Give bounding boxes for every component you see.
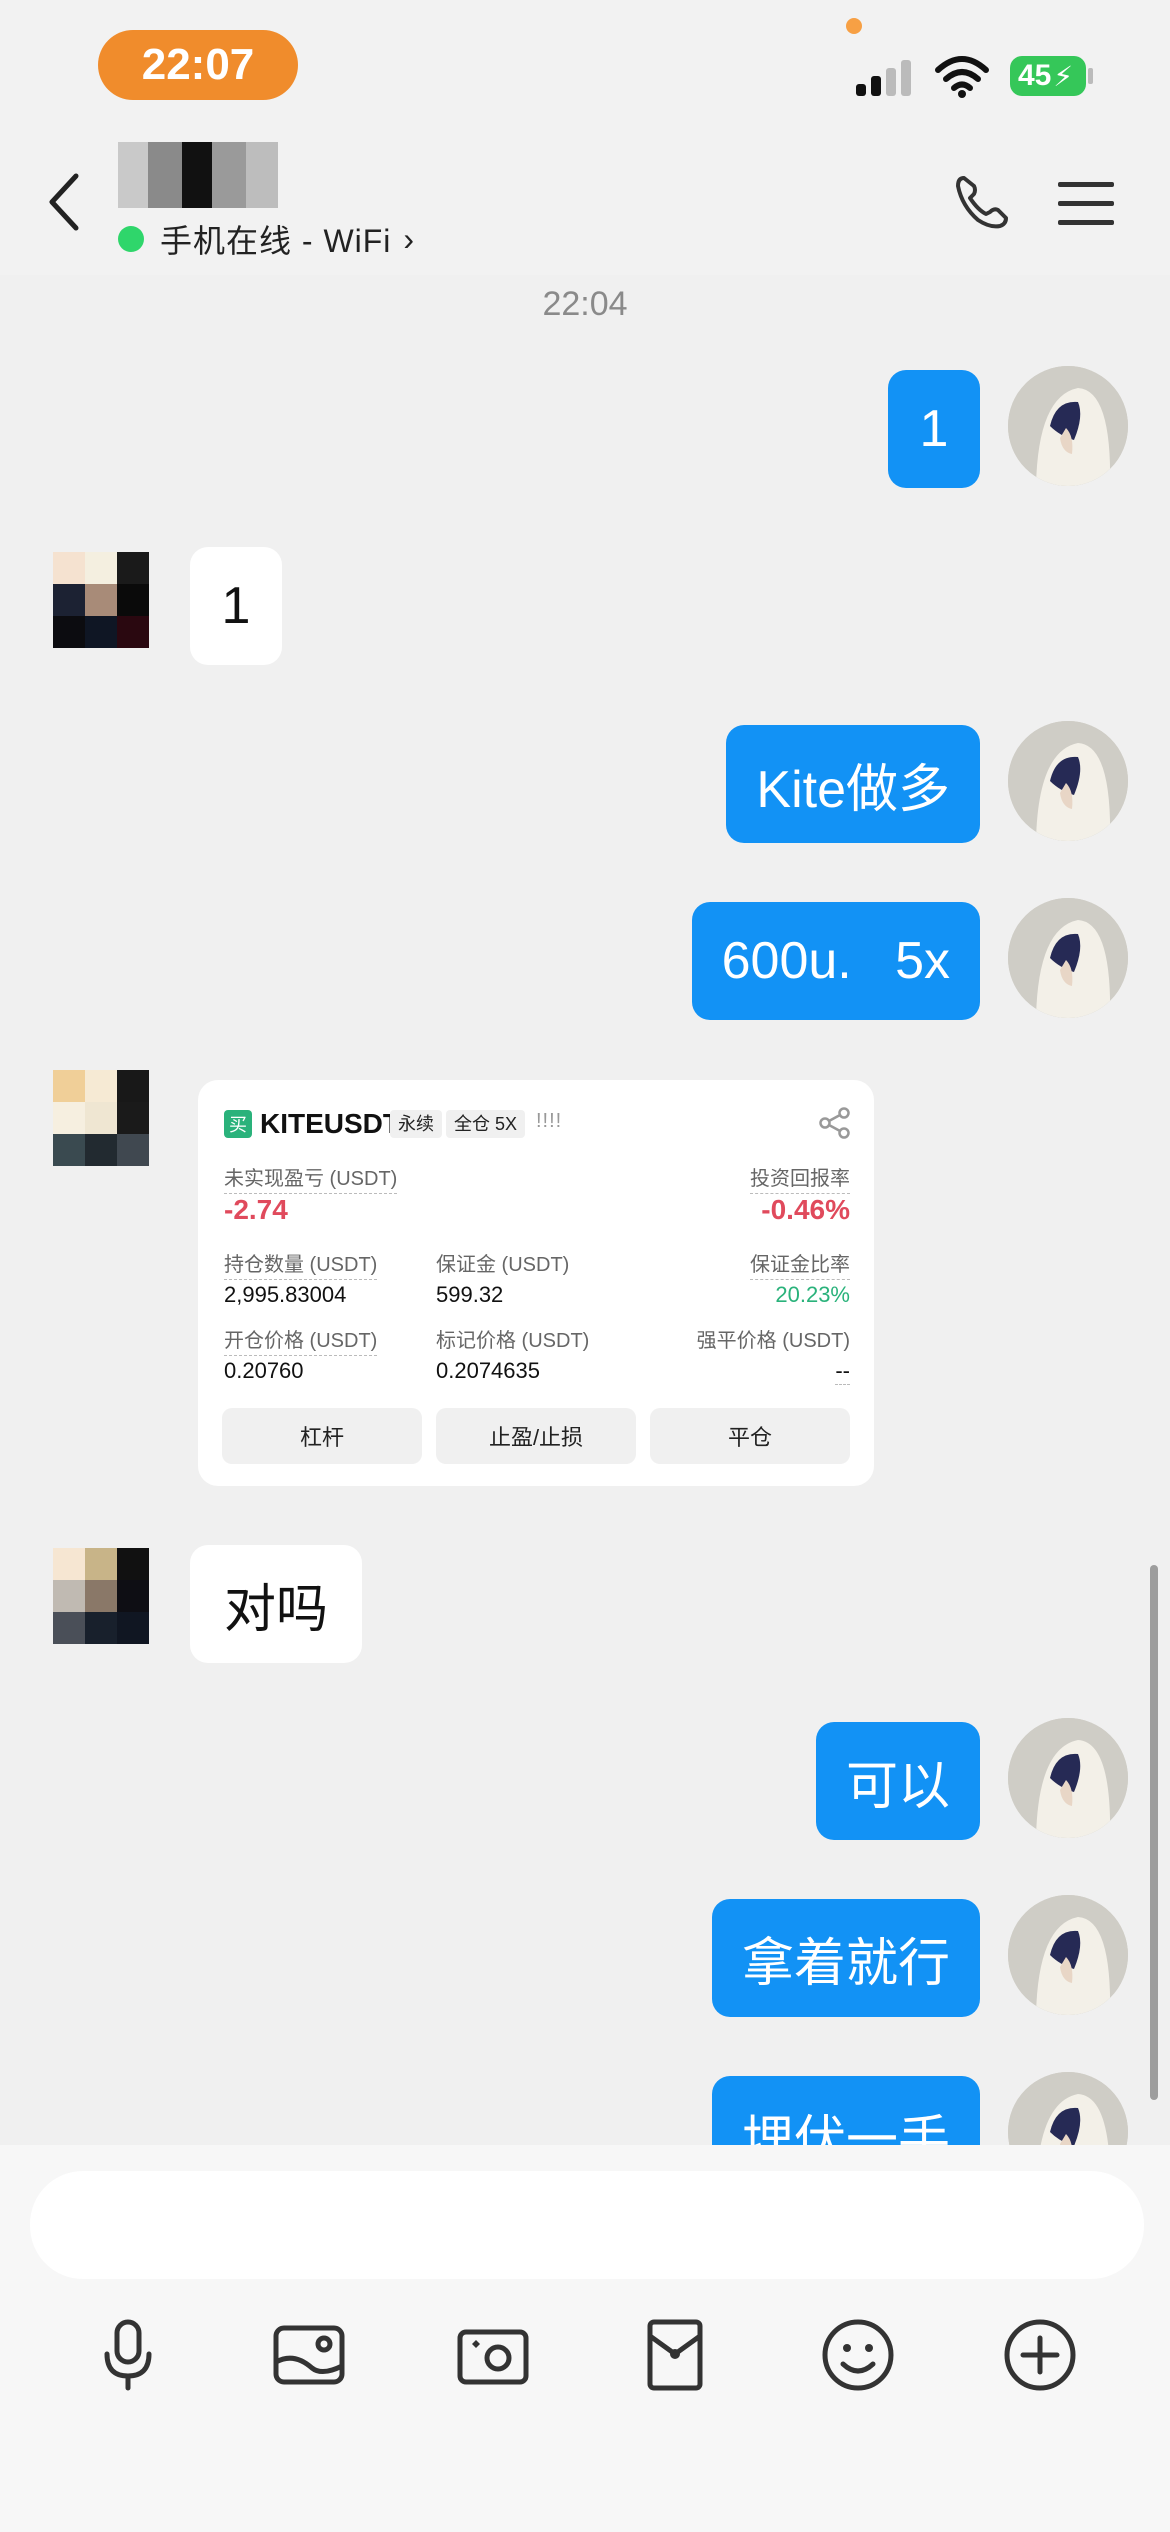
unrealized-pnl-label: 未实现盈亏 (USDT) <box>224 1162 398 1194</box>
my-avatar[interactable] <box>1008 2072 1128 2145</box>
image-icon[interactable] <box>264 2310 354 2400</box>
margin-label: 保证金 (USDT) <box>436 1254 570 1276</box>
their-message-bubble[interactable]: 1 <box>190 547 282 665</box>
plus-icon[interactable] <box>995 2310 1085 2400</box>
message-input[interactable] <box>30 2171 1144 2279</box>
my-message-bubble[interactable]: 600u. 5x <box>691 902 980 1020</box>
trade-position-card[interactable]: 买 KITEUSDT 永续 全仓 5X !!!! 未实现盈亏 (USDT) -2… <box>198 1080 874 1486</box>
their-message-bubble[interactable]: 对吗 <box>190 1545 363 1663</box>
margin-mode-tag: 全仓 5X <box>446 1110 526 1138</box>
margin-ratio-value: 20.23% <box>775 1282 850 1307</box>
battery-tip <box>1088 68 1093 84</box>
my-avatar[interactable] <box>1008 366 1128 486</box>
status-time: 22:07 <box>98 30 298 100</box>
chat-messages[interactable]: 22:04 1 1 Kite做多 600u. 5x 买 KITEUSDT 永续 … <box>0 275 1170 2145</box>
margin-value: 599.32 <box>436 1282 504 1307</box>
camera-indicator-icon <box>846 18 862 34</box>
chevron-right-icon: › <box>403 220 415 257</box>
emoji-icon[interactable] <box>813 2310 903 2400</box>
battery-level: 45 <box>1018 59 1052 92</box>
perp-tag: 永续 <box>390 1110 442 1138</box>
share-icon[interactable] <box>818 1106 852 1140</box>
tp-sl-button[interactable]: 止盈/止损 <box>436 1408 636 1464</box>
microphone-icon[interactable] <box>83 2310 173 2400</box>
liquidation-price-value: -- <box>835 1358 850 1385</box>
camera-icon[interactable] <box>448 2310 538 2400</box>
message-timestamp: 22:04 <box>542 285 628 323</box>
entry-price-value: 0.20760 <box>224 1358 304 1383</box>
contact-avatar[interactable] <box>53 552 149 648</box>
contact-avatar[interactable] <box>53 1070 149 1166</box>
cellular-signal-icon <box>856 58 916 96</box>
input-toolbar <box>0 2310 1170 2420</box>
status-bar: 22:07 45 ⚡ <box>0 0 1170 130</box>
my-message-bubble[interactable]: 可以 <box>815 1722 980 1840</box>
my-message-bubble[interactable]: 埋伏一手 <box>711 2076 980 2145</box>
position-size-value: 2,995.83004 <box>224 1282 347 1307</box>
wifi-icon <box>935 56 989 98</box>
unrealized-pnl-value: -2.74 <box>224 1194 288 1225</box>
my-avatar[interactable] <box>1008 721 1128 841</box>
liquidation-price-label: 强平价格 (USDT) <box>696 1330 850 1352</box>
position-size-label: 持仓数量 (USDT) <box>224 1248 378 1280</box>
my-message-bubble[interactable]: 拿着就行 <box>711 1899 980 2017</box>
risk-bars: !!!! <box>536 1110 563 1132</box>
chat-scrollbar[interactable] <box>1150 1565 1158 2100</box>
contact-avatar[interactable] <box>53 1548 149 1644</box>
my-message-bubble[interactable]: Kite做多 <box>726 725 980 843</box>
mark-price-label: 标记价格 (USDT) <box>436 1330 590 1352</box>
chevron-left-icon[interactable] <box>44 170 84 234</box>
hamburger-menu-icon[interactable] <box>1058 182 1114 226</box>
roi-label: 投资回报率 <box>750 1162 850 1194</box>
my-avatar[interactable] <box>1008 898 1128 1018</box>
margin-ratio-label: 保证金比率 <box>750 1248 850 1280</box>
online-status-text: 手机在线 - WiFi <box>160 223 392 259</box>
mark-price-value: 0.2074635 <box>436 1358 540 1383</box>
buy-tag: 买 <box>224 1110 252 1138</box>
online-dot-icon <box>118 226 144 252</box>
close-position-button[interactable]: 平仓 <box>650 1408 850 1464</box>
my-message-bubble[interactable]: 1 <box>888 370 980 488</box>
red-packet-icon[interactable] <box>630 2310 720 2400</box>
online-status[interactable]: 手机在线 - WiFi › <box>118 214 414 264</box>
contact-name-redacted <box>118 142 278 208</box>
roi-value: -0.46% <box>761 1194 850 1225</box>
input-bar <box>0 2145 1170 2532</box>
trade-symbol: KITEUSDT <box>260 1108 400 1139</box>
entry-price-label: 开仓价格 (USDT) <box>224 1324 378 1356</box>
my-avatar[interactable] <box>1008 1718 1128 1838</box>
battery-icon: 45 ⚡ <box>1010 56 1086 96</box>
my-avatar[interactable] <box>1008 1895 1128 2015</box>
leverage-button[interactable]: 杠杆 <box>222 1408 422 1464</box>
chat-header: 手机在线 - WiFi › <box>0 130 1170 275</box>
phone-icon[interactable] <box>952 172 1012 232</box>
